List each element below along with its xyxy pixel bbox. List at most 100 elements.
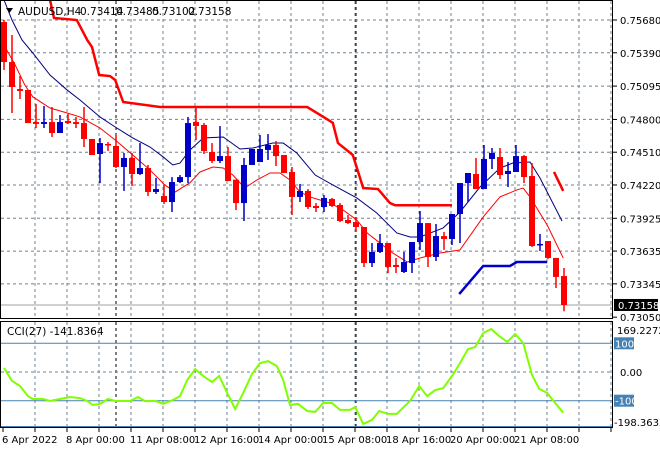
candle-bearish — [281, 155, 287, 173]
candle-bullish — [513, 156, 519, 172]
candle-bullish — [121, 157, 127, 168]
close-value: 0.73158 — [188, 6, 231, 18]
candle-bearish — [33, 122, 39, 124]
candle-bearish — [201, 124, 207, 151]
candle-bearish — [145, 168, 151, 192]
candle-bullish — [377, 243, 383, 252]
candle-bearish — [337, 204, 343, 222]
candle-bullish — [185, 123, 191, 178]
candle-bullish — [449, 214, 455, 239]
cci-level-label: 100 — [615, 339, 634, 350]
candle-bearish — [233, 179, 239, 204]
candle-bearish — [17, 89, 23, 91]
candle-bullish — [169, 182, 175, 203]
cci-title: CCI(27) -141.8364 — [7, 326, 104, 338]
candle-bullish — [537, 243, 543, 246]
price-chart[interactable]: 0.75680 0.75390 0.75095 0.74800 0.74510 0.742… — [0, 0, 660, 450]
candle-bearish — [225, 156, 231, 182]
candle-bullish — [481, 158, 487, 190]
candle-bullish — [465, 172, 471, 184]
price-label: 0.74220 — [620, 181, 660, 192]
time-label: 6 Apr 2022 — [2, 435, 57, 446]
candle-bearish — [1, 22, 7, 63]
candle-bearish — [441, 236, 447, 239]
candle-bullish — [265, 144, 271, 150]
candle-bearish — [161, 196, 167, 203]
candle-bullish — [505, 170, 511, 175]
candle-bullish — [241, 164, 247, 204]
candle-bearish — [105, 143, 111, 146]
current-price-label: 0.73158 — [618, 301, 659, 312]
candle-bearish — [81, 123, 87, 139]
candle-bullish — [57, 122, 63, 133]
candle-bullish — [489, 152, 495, 159]
candle-bearish — [425, 223, 431, 257]
candle-bearish — [65, 121, 71, 124]
chart-header: AUDUSD,H4 0.73414 0.73485 0.73102 0.7315… — [6, 6, 231, 18]
candle-bearish — [193, 122, 199, 126]
time-label: 8 Apr 00:00 — [66, 435, 125, 446]
time-label: 12 Apr 16:00 — [194, 435, 259, 446]
candle-bearish — [385, 243, 391, 268]
candle-bearish — [473, 174, 479, 190]
candle-bearish — [49, 122, 55, 133]
price-label: 0.73635 — [620, 247, 660, 258]
time-label: 15 Apr 08:00 — [322, 435, 387, 446]
price-label: 0.74800 — [620, 115, 660, 126]
candle-bearish — [73, 122, 79, 124]
candle-bullish — [137, 168, 143, 175]
price-label: 0.73050 — [620, 313, 660, 324]
candle-bearish — [209, 151, 215, 162]
price-label: 0.73925 — [620, 214, 660, 225]
candle-bearish — [497, 156, 503, 176]
candle-bullish — [297, 190, 303, 197]
candle-bearish — [545, 241, 551, 258]
cci-zero-label: 0.00 — [620, 368, 642, 379]
cci-min-label: -198.3633 — [614, 418, 660, 429]
time-label: 20 Apr 00:00 — [450, 435, 515, 446]
candle-bullish — [433, 236, 439, 257]
candle-bearish — [329, 198, 335, 206]
candle-bearish — [25, 89, 31, 124]
candle-bearish — [305, 190, 311, 208]
candle-bullish — [257, 149, 263, 163]
candle-bearish — [345, 220, 351, 224]
time-label: 14 Apr 00:00 — [258, 435, 323, 446]
candle-bullish — [41, 122, 47, 124]
candle-bearish — [89, 138, 95, 156]
time-label: 21 Apr 08:00 — [514, 435, 579, 446]
candle-bearish — [353, 222, 359, 228]
candle-bullish — [153, 189, 159, 192]
candle-bearish — [561, 276, 567, 305]
candle-bullish — [249, 149, 255, 165]
price-label: 0.75390 — [620, 49, 660, 60]
candle-bearish — [289, 171, 295, 197]
cci-max-label: 169.2272 — [617, 326, 660, 337]
candle-bearish — [361, 227, 367, 264]
candle-bearish — [553, 257, 559, 277]
price-label: 0.75095 — [620, 82, 660, 93]
candle-bullish — [177, 177, 183, 183]
candle-bullish — [321, 197, 327, 208]
cci-level-label: -100 — [615, 397, 638, 408]
candle-bearish — [113, 145, 119, 168]
candle-bearish — [393, 264, 399, 268]
symbol-label: AUDUSD,H4 — [18, 6, 82, 18]
candle-bullish — [409, 242, 415, 264]
time-label: 18 Apr 16:00 — [386, 435, 451, 446]
candle-bullish — [97, 143, 103, 155]
price-label: 0.73345 — [620, 280, 660, 291]
candle-bearish — [313, 205, 319, 209]
candle-bullish — [417, 223, 423, 243]
candle-bearish — [273, 144, 279, 157]
candle-bullish — [401, 262, 407, 272]
candle-bullish — [369, 251, 375, 264]
candle-bearish — [129, 157, 135, 175]
candle-bullish — [457, 183, 463, 215]
candle-bullish — [217, 156, 223, 162]
price-label: 0.74510 — [620, 148, 660, 159]
time-label: 11 Apr 08:00 — [130, 435, 195, 446]
candle-bearish — [529, 176, 535, 246]
candle-bearish — [9, 62, 15, 88]
price-label: 0.75680 — [620, 16, 660, 27]
